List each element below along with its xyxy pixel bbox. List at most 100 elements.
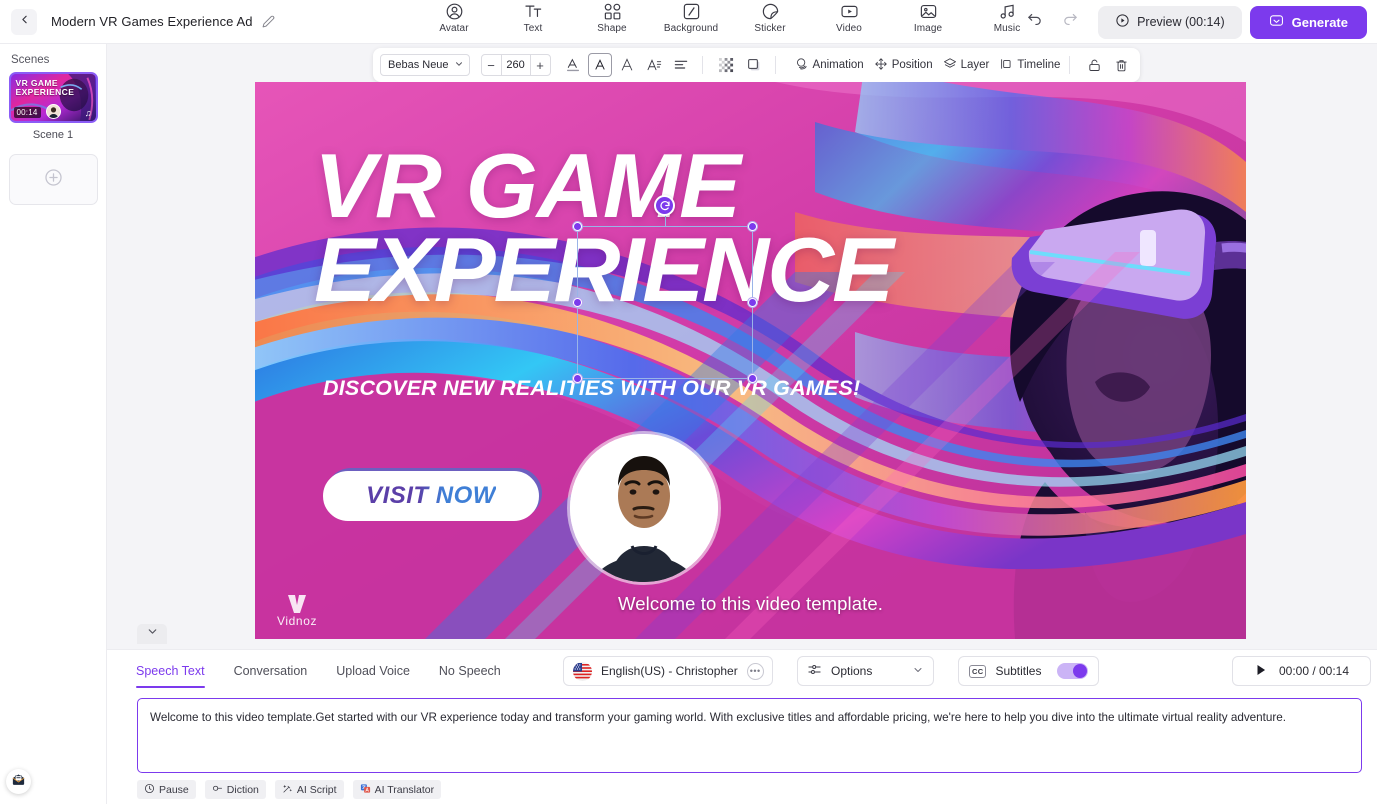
font-size-value: 260 (500, 55, 531, 75)
layers-icon (943, 57, 957, 74)
toggle-knob (1073, 664, 1087, 678)
scene-duration: 00:14 (13, 107, 41, 118)
script-action-chips: Pause Diction AI Script AI Translator (137, 780, 442, 799)
help-button[interactable] (6, 769, 31, 794)
play-icon[interactable] (1254, 663, 1268, 680)
transparency-icon[interactable] (715, 53, 739, 77)
cc-icon: CC (969, 664, 987, 678)
preview-label: Preview (00:14) (1137, 15, 1225, 29)
chip-label: AI Translator (374, 783, 435, 796)
timeline-button[interactable]: Timeline (999, 57, 1060, 74)
text-color-icon[interactable] (561, 53, 585, 77)
tool-text[interactable]: Text (503, 0, 563, 34)
font-size-stepper[interactable]: − 260 + (480, 54, 551, 76)
ai-script-button[interactable]: AI Script (274, 780, 344, 799)
tab-no-speech[interactable]: No Speech (439, 650, 501, 692)
avatar[interactable] (570, 434, 718, 582)
sparkle-icon (282, 783, 293, 797)
tool-video[interactable]: Video (819, 0, 879, 34)
tool-label: Music (993, 23, 1021, 34)
scene-avatar-badge (45, 104, 61, 119)
redo-button[interactable] (1056, 8, 1084, 36)
preview-button[interactable]: Preview (00:14) (1098, 5, 1242, 39)
tool-image[interactable]: Image (898, 0, 958, 34)
options-dropdown[interactable]: Options (797, 656, 934, 686)
player-control[interactable]: 00:00 / 00:14 (1232, 656, 1371, 686)
header-actions: Preview (00:14) Generate (1020, 0, 1367, 44)
plus-icon[interactable]: + (531, 55, 550, 75)
chevron-down-icon (146, 625, 159, 643)
toolbar-divider (701, 56, 703, 74)
trash-icon[interactable] (1109, 53, 1133, 77)
tool-background[interactable]: Background (661, 0, 721, 34)
voice-selector[interactable]: English(US) - Christopher ••• (563, 656, 773, 686)
tool-label: Video (836, 23, 862, 34)
subtitles-toggle-row[interactable]: CC Subtitles (958, 656, 1099, 686)
lock-icon[interactable] (1082, 53, 1106, 77)
generate-button[interactable]: Generate (1249, 5, 1367, 39)
canvas-title-text[interactable]: VR GAME EXPERIENCE (314, 141, 1028, 316)
pencil-icon[interactable] (262, 15, 275, 28)
undo-icon (1026, 11, 1043, 33)
tool-strip: Avatar Text Shape Background Sticker Vid… (424, 0, 1037, 44)
timeline-label: Timeline (1017, 59, 1061, 71)
chevron-down-icon (912, 664, 924, 679)
subtitles-toggle[interactable] (1057, 663, 1088, 679)
plus-circle-icon (44, 168, 63, 192)
scenes-sidebar: Scenes VR GAME EXPERIENCE 00:14 ♫ Scene … (0, 44, 107, 804)
text-effects-icon[interactable] (642, 53, 666, 77)
scene-label: Scene 1 (32, 129, 74, 141)
canvas-subtitle-text[interactable]: DISCOVER NEW REALITIES WITH OUR VR GAMES… (323, 376, 860, 401)
avatar-icon (445, 1, 464, 21)
chevron-down-icon (454, 59, 464, 72)
ai-translator-button[interactable]: AI Translator (352, 780, 442, 799)
layer-button[interactable]: Layer (943, 57, 990, 74)
diction-button[interactable]: Diction (204, 780, 266, 799)
tab-conversation[interactable]: Conversation (234, 650, 308, 692)
shape-icon (603, 1, 622, 21)
player-time: 00:00 / 00:14 (1278, 664, 1350, 678)
video-canvas[interactable]: VR GAME EXPERIENCE DISCOVER NEW REALITIE… (255, 82, 1246, 639)
scene-thumb-title: VR GAME EXPERIENCE (15, 78, 75, 97)
text-icon (524, 1, 543, 21)
canvas-caption: Welcome to this video template. (618, 593, 883, 614)
add-scene-button[interactable] (8, 154, 98, 205)
tool-label: Text (523, 23, 543, 34)
scene-thumbnail-1[interactable]: VR GAME EXPERIENCE 00:14 ♫ (8, 72, 98, 123)
layer-label: Layer (960, 59, 990, 71)
canvas-cta-button[interactable]: VISIT NOW (323, 471, 539, 521)
video-icon (840, 1, 859, 21)
tool-label: Avatar (439, 23, 469, 34)
text-outline-icon[interactable] (615, 53, 639, 77)
back-button[interactable] (11, 8, 37, 35)
toolbar-divider-3 (1069, 56, 1071, 74)
tool-avatar[interactable]: Avatar (424, 0, 484, 34)
collapse-panel-button[interactable] (137, 624, 167, 644)
tool-label: Background (663, 23, 719, 34)
chip-label: Pause (159, 783, 189, 796)
undo-button[interactable] (1020, 8, 1048, 36)
position-button[interactable]: Position (874, 57, 933, 74)
tool-sticker[interactable]: Sticker (740, 0, 800, 34)
position-move-icon (874, 57, 888, 74)
tab-speech-text[interactable]: Speech Text (136, 650, 205, 692)
tab-upload-voice[interactable]: Upload Voice (336, 650, 410, 692)
mail-icon (11, 772, 26, 792)
chevron-left-icon (18, 13, 31, 31)
script-input[interactable]: Welcome to this video template.Get start… (137, 698, 1362, 773)
minus-icon[interactable]: − (482, 55, 501, 75)
checker (719, 57, 734, 72)
ellipsis-icon[interactable]: ••• (746, 662, 764, 680)
chip-label: AI Script (296, 783, 337, 796)
tool-shape[interactable]: Shape (582, 0, 642, 34)
text-fill-icon[interactable] (587, 53, 612, 77)
top-bar: Modern VR Games Experience Ad Avatar Tex… (0, 0, 1377, 44)
text-edit-toolbar: Bebas Neue − 260 + Animation Position La… (373, 48, 1141, 82)
diction-icon (212, 783, 223, 797)
animation-label: Animation (812, 59, 864, 71)
shadow-icon[interactable] (742, 53, 766, 77)
align-left-icon[interactable] (669, 53, 693, 77)
font-family-select[interactable]: Bebas Neue (380, 54, 470, 76)
pause-button[interactable]: Pause (137, 780, 196, 799)
animation-button[interactable]: Animation (795, 57, 864, 74)
